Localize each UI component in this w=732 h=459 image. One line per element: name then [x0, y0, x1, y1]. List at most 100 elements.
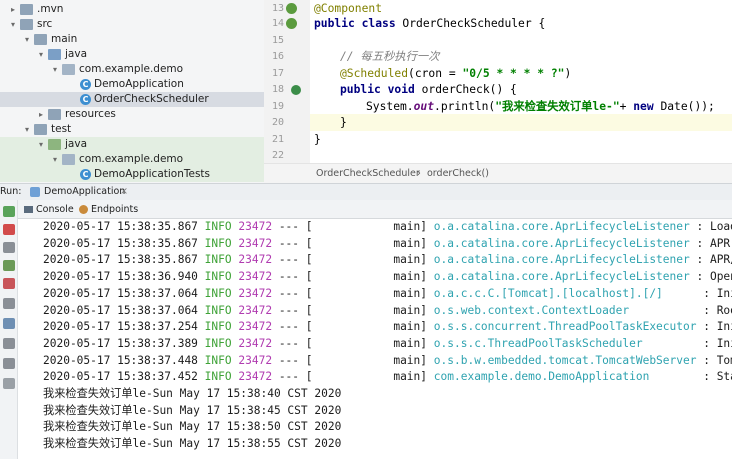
expand-arrow-icon[interactable]: ▸ [36, 107, 46, 122]
tree-item-test[interactable]: ▾ test [0, 122, 264, 137]
keyword-token: public void [340, 83, 422, 96]
tree-item-package[interactable]: ▾ com.example.demo [0, 62, 264, 77]
print-icon[interactable] [3, 338, 15, 349]
tree-item-demo-application[interactable]: C DemoApplication [0, 77, 264, 92]
folder-icon [34, 124, 47, 135]
tree-item-label: main [51, 33, 78, 45]
tree-item-demo-application-tests[interactable]: C DemoApplicationTests [0, 167, 264, 182]
log-logger: com.example.demo.DemoApplication [433, 370, 697, 384]
code-line-21[interactable]: } [314, 131, 321, 148]
line-number: 15 [271, 35, 284, 46]
collapse-arrow-icon[interactable]: ▾ [36, 137, 46, 152]
tree-item-mvn[interactable]: ▸ .mvn [0, 2, 264, 17]
log-separator: --- [ [278, 353, 313, 367]
code-line-20[interactable]: } [340, 114, 347, 131]
tab-endpoints[interactable]: Endpoints [91, 200, 138, 219]
stdout-line: 我来检查失效订单le-Sun May 17 15:38:40 CST 2020 [43, 387, 342, 400]
resources-folder-icon [48, 109, 61, 120]
run-tabs: Console Endpoints [18, 200, 732, 219]
log-level: INFO [204, 353, 232, 367]
code-token: OrderCheckScheduler { [402, 17, 546, 30]
spring-boot-icon [30, 187, 40, 197]
expand-arrow-icon[interactable]: ▸ [8, 2, 18, 17]
camera-icon[interactable] [3, 242, 15, 253]
tree-item-label: .mvn [37, 3, 64, 15]
log-message: : Initial [703, 320, 732, 334]
log-level: INFO [204, 253, 232, 267]
line-number: 19 [271, 101, 284, 112]
tree-item-main[interactable]: ▾ main [0, 32, 264, 47]
tree-item-src[interactable]: ▾ src [0, 17, 264, 32]
tree-item-main-java[interactable]: ▾ java [0, 47, 264, 62]
code-editor[interactable]: 13 14 15 16 17 18 19 20 21 22 @Component… [264, 0, 732, 183]
log-message: : APR cap [696, 236, 731, 250]
run-label: Run: [0, 186, 22, 197]
tree-item-order-check-scheduler[interactable]: C OrderCheckScheduler [0, 92, 264, 107]
log-line: 2020-05-17 15:38:37.064 INFO 23472 --- [… [43, 286, 732, 303]
collapse-arrow-icon[interactable]: ▾ [22, 122, 32, 137]
collapse-arrow-icon[interactable]: ▾ [22, 32, 32, 47]
line-number: 20 [271, 117, 284, 128]
collapse-arrow-icon[interactable]: ▾ [50, 152, 60, 167]
scheduled-method-icon[interactable] [291, 85, 301, 95]
folder-icon [20, 4, 33, 15]
restore-layout-icon[interactable] [3, 260, 15, 271]
spring-bean-icon[interactable] [286, 18, 297, 29]
tree-item-label: src [37, 18, 53, 30]
keyword-token: public class [314, 17, 403, 30]
stop-icon[interactable] [3, 224, 15, 235]
soft-wrap-icon[interactable] [3, 298, 15, 309]
log-message: : Tomcat [703, 353, 732, 367]
close-icon[interactable]: × [120, 184, 128, 200]
tree-item-label: com.example.demo [79, 63, 184, 75]
editor-gutter[interactable]: 13 14 15 16 17 18 19 20 21 22 [264, 0, 310, 163]
log-line: 2020-05-17 15:38:37.448 INFO 23472 --- [… [43, 353, 732, 370]
breadcrumb-class[interactable]: OrderCheckScheduler [316, 164, 420, 183]
stdout-line: 我来检查失效订单le-Sun May 17 15:38:50 CST 2020 [43, 420, 342, 434]
log-thread: main] [319, 370, 428, 384]
log-pid: 23472 [238, 320, 273, 334]
log-level: INFO [204, 220, 232, 233]
annotation-token: @Scheduled [340, 67, 409, 80]
log-separator: --- [ [278, 270, 313, 284]
exit-icon[interactable] [3, 278, 15, 289]
log-timestamp: 2020-05-17 15:38:37.389 [43, 336, 198, 350]
log-message: : Initial [703, 286, 732, 300]
pin-icon[interactable] [3, 378, 15, 389]
console-output[interactable]: 2020-05-17 15:38:35.867 INFO 23472 --- [… [18, 219, 732, 459]
tree-item-test-package[interactable]: ▾ com.example.demo [0, 152, 264, 167]
collapse-arrow-icon[interactable]: ▾ [36, 47, 46, 62]
line-number: 21 [271, 134, 284, 145]
collapse-arrow-icon[interactable]: ▾ [8, 17, 18, 32]
log-line: 2020-05-17 15:38:35.867 INFO 23472 --- [… [43, 252, 732, 269]
log-line: 2020-05-17 15:38:37.254 INFO 23472 --- [… [43, 319, 732, 336]
log-level: INFO [204, 336, 232, 350]
code-line-18[interactable]: public void orderCheck() { [340, 81, 517, 98]
console-icon [24, 206, 33, 213]
code-line-19[interactable]: System.out.println("我来检查失效订单le-"+ new Da… [366, 98, 715, 115]
spring-bean-icon[interactable] [286, 3, 297, 14]
log-line: 2020-05-17 15:38:37.452 INFO 23472 --- [… [43, 369, 732, 386]
breadcrumb-method[interactable]: orderCheck() [427, 164, 489, 183]
rerun-icon[interactable] [3, 206, 15, 217]
code-line-16[interactable]: // 每五秒执行一次 [340, 48, 439, 65]
tree-item-label: com.example.demo [79, 153, 184, 165]
log-separator: --- [ [278, 320, 313, 334]
tree-item-label: resources [65, 108, 116, 120]
package-icon [62, 64, 75, 75]
collapse-arrow-icon[interactable]: ▾ [50, 62, 60, 77]
clear-all-icon[interactable] [3, 358, 15, 369]
code-line-14[interactable]: public class OrderCheckScheduler { [314, 15, 545, 32]
log-timestamp: 2020-05-17 15:38:36.940 [43, 270, 198, 284]
scroll-to-end-icon[interactable] [3, 318, 15, 329]
log-pid: 23472 [238, 253, 273, 267]
run-config-tab[interactable]: DemoApplication [44, 184, 125, 200]
tree-item-resources[interactable]: ▸ resources [0, 107, 264, 122]
log-timestamp: 2020-05-17 15:38:35.867 [43, 253, 198, 267]
code-line-17[interactable]: @Scheduled(cron = "0/5 * * * * ?") [340, 65, 571, 82]
code-token: orderCheck() { [421, 83, 517, 96]
tab-console[interactable]: Console [36, 200, 74, 219]
endpoints-icon [79, 205, 88, 214]
current-line-highlight [310, 114, 732, 131]
tree-item-test-java[interactable]: ▾ java [0, 137, 264, 152]
